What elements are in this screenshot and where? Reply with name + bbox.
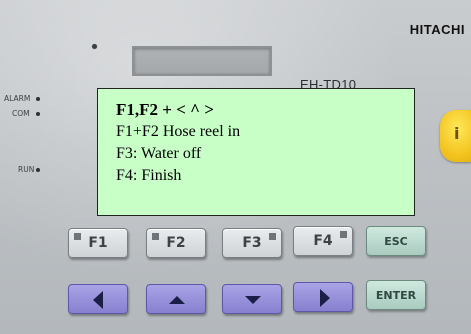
f3-key-label: F3 [242, 235, 262, 251]
right-arrow-key[interactable] [293, 282, 353, 312]
info-icon: i [454, 124, 460, 143]
down-arrow-key[interactable] [222, 284, 282, 314]
arrow-up-icon [169, 296, 185, 304]
f2-key-label: F2 [166, 235, 186, 251]
tooltip-line: F3: Water off [116, 145, 202, 162]
arrow-left-icon [93, 291, 103, 309]
help-tooltip: F1,F2 + < ^ > F1+F2 Hose reel in F3: Wat… [97, 88, 415, 216]
tooltip-title: F1,F2 + < ^ > [116, 100, 214, 119]
brand-logo: HITACHI [409, 22, 465, 37]
indicator-dot [92, 44, 97, 49]
com-led [36, 112, 40, 116]
arrow-down-icon [245, 296, 261, 304]
led-label-alarm: ALARM [4, 94, 31, 103]
led-label-run: RUN [18, 165, 35, 174]
enter-key[interactable]: ENTER [366, 280, 426, 310]
arrow-right-icon [320, 289, 330, 307]
tooltip-line: F1+F2 Hose reel in [116, 123, 241, 140]
f3-key[interactable]: F3 [222, 228, 282, 258]
enter-key-label: ENTER [375, 289, 417, 302]
tooltip-line: F4: Finish [116, 167, 182, 184]
f1-key-label: F1 [88, 235, 108, 251]
up-arrow-key[interactable] [146, 284, 206, 314]
f2-key[interactable]: F2 [146, 228, 206, 258]
run-led [36, 168, 40, 172]
lcd-display [132, 46, 272, 76]
f4-key-label: F4 [313, 233, 333, 249]
f4-key[interactable]: F4 [293, 226, 353, 256]
f1-key[interactable]: F1 [68, 228, 128, 258]
alarm-led [36, 97, 40, 101]
esc-key[interactable]: ESC [366, 226, 426, 256]
hmi-panel: HITACHI EH-TD10 ALARM COM RUN i F1 F2 F3… [0, 0, 471, 334]
left-arrow-key[interactable] [68, 284, 128, 314]
esc-key-label: ESC [384, 235, 408, 248]
led-label-com: COM [12, 109, 30, 118]
info-key[interactable]: i [440, 110, 471, 162]
